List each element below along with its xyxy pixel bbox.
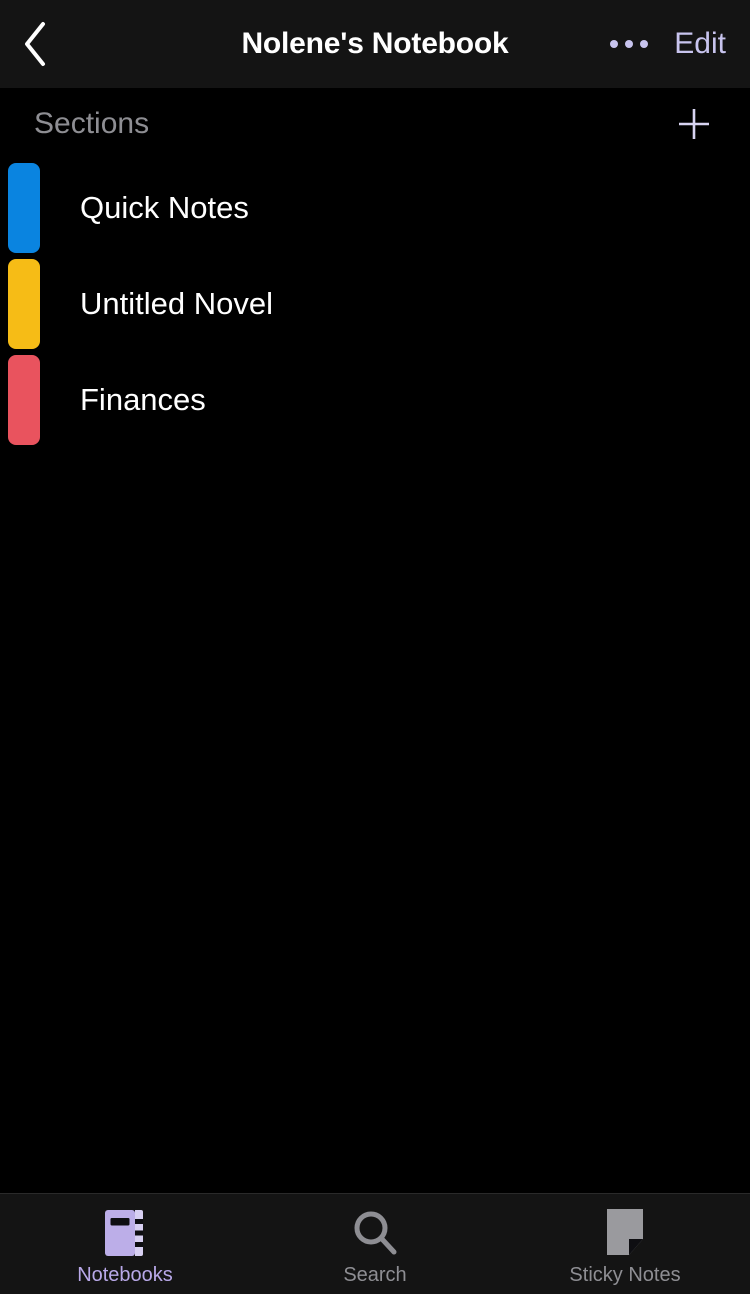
plus-icon bbox=[674, 104, 714, 144]
tab-label-notebooks: Notebooks bbox=[77, 1264, 173, 1286]
sections-header: Sections bbox=[0, 88, 750, 160]
notebook-icon bbox=[102, 1207, 148, 1259]
tab-label-search: Search bbox=[343, 1264, 407, 1286]
tab-sticky-notes[interactable]: Sticky Notes bbox=[500, 1194, 750, 1294]
add-section-button[interactable] bbox=[672, 102, 716, 146]
section-name: Finances bbox=[80, 382, 206, 417]
ellipsis-icon-dot-1 bbox=[610, 40, 619, 48]
navbar-actions: Edit bbox=[600, 0, 736, 88]
chevron-left-icon bbox=[21, 20, 49, 68]
tab-search[interactable]: Search bbox=[250, 1194, 500, 1294]
edit-button[interactable]: Edit bbox=[664, 0, 736, 88]
table-row[interactable]: Quick Notes bbox=[0, 160, 750, 256]
table-row[interactable]: Finances bbox=[0, 352, 750, 448]
notebook-sections-screen: Nolene's Notebook Edit Sections Quick No… bbox=[0, 0, 750, 1294]
section-name: Quick Notes bbox=[80, 190, 249, 225]
tab-label-sticky-notes: Sticky Notes bbox=[569, 1264, 681, 1286]
navigation-bar: Nolene's Notebook Edit bbox=[0, 0, 750, 88]
sections-header-label: Sections bbox=[34, 107, 150, 140]
back-button[interactable] bbox=[0, 0, 70, 88]
section-color-tab bbox=[8, 259, 40, 349]
sticky-note-icon bbox=[602, 1207, 648, 1259]
ellipsis-icon-dot-2 bbox=[625, 40, 634, 48]
search-icon bbox=[350, 1207, 400, 1259]
section-color-tab bbox=[8, 163, 40, 253]
more-options-button[interactable] bbox=[600, 0, 658, 88]
bottom-tab-bar: Notebooks Search Sticky Notes bbox=[0, 1193, 750, 1294]
section-name: Untitled Novel bbox=[80, 286, 273, 321]
section-color-tab bbox=[8, 355, 40, 445]
table-row[interactable]: Untitled Novel bbox=[0, 256, 750, 352]
sections-list: Quick Notes Untitled Novel Finances bbox=[0, 160, 750, 1193]
tab-notebooks[interactable]: Notebooks bbox=[0, 1194, 250, 1294]
ellipsis-icon-dot-3 bbox=[640, 40, 649, 48]
